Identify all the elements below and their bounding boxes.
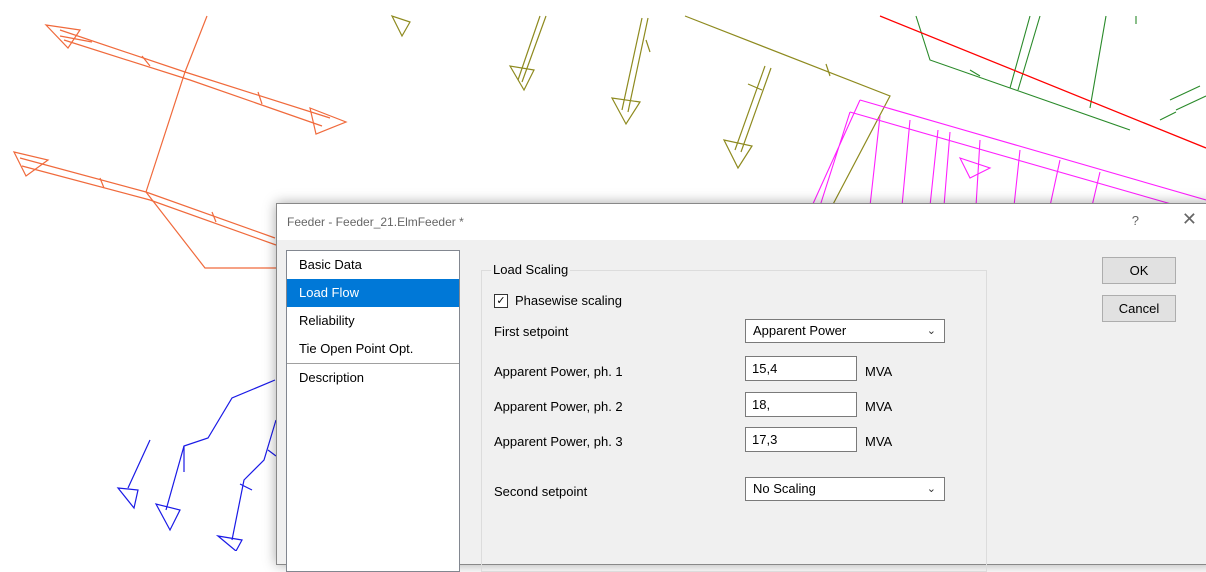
feeder-network-green bbox=[915, 15, 1206, 131]
nav-item-reliability[interactable]: Reliability bbox=[287, 307, 459, 335]
nav-item-load-flow[interactable]: Load Flow bbox=[287, 279, 459, 307]
ok-button[interactable]: OK bbox=[1102, 257, 1176, 284]
load-scaling-group bbox=[481, 270, 987, 572]
second-setpoint-select[interactable]: No Scaling ⌄ bbox=[745, 477, 945, 501]
apparent-power-ph2-unit: MVA bbox=[865, 399, 893, 414]
chevron-down-icon: ⌄ bbox=[926, 325, 936, 337]
second-setpoint-label: Second setpoint bbox=[494, 484, 588, 499]
feeder-network-blue bbox=[116, 379, 277, 551]
page-navigation-list: Basic Data Load Flow Reliability Tie Ope… bbox=[286, 250, 460, 572]
dialog-title: Feeder - Feeder_21.ElmFeeder * bbox=[287, 215, 464, 229]
help-icon[interactable]: ? bbox=[1132, 213, 1139, 228]
first-setpoint-select[interactable]: Apparent Power ⌄ bbox=[745, 319, 945, 343]
chevron-down-icon: ⌄ bbox=[926, 483, 936, 495]
nav-item-basic-data[interactable]: Basic Data bbox=[287, 251, 459, 279]
feeder-network-red bbox=[879, 15, 1206, 149]
feeder-network-magenta bbox=[811, 99, 1206, 215]
apparent-power-ph3-label: Apparent Power, ph. 3 bbox=[494, 434, 623, 449]
apparent-power-ph1-label: Apparent Power, ph. 1 bbox=[494, 364, 623, 379]
first-setpoint-label: First setpoint bbox=[494, 324, 569, 339]
apparent-power-ph3-input[interactable]: 17,3 bbox=[745, 427, 857, 452]
apparent-power-ph2-label: Apparent Power, ph. 2 bbox=[494, 399, 623, 414]
apparent-power-ph1-input[interactable]: 15,4 bbox=[745, 356, 857, 381]
nav-item-description[interactable]: Description bbox=[287, 364, 459, 392]
close-icon[interactable]: ✕ bbox=[1182, 209, 1197, 230]
feeder-dialog: Feeder - Feeder_21.ElmFeeder * ? ✕ Basic… bbox=[276, 203, 1206, 572]
load-scaling-group-label: Load Scaling bbox=[491, 262, 571, 277]
feeder-network-olive bbox=[390, 14, 891, 211]
apparent-power-ph1-unit: MVA bbox=[865, 364, 893, 379]
dialog-titlebar[interactable]: Feeder - Feeder_21.ElmFeeder * ? ✕ bbox=[277, 204, 1206, 240]
cancel-button[interactable]: Cancel bbox=[1102, 295, 1176, 322]
apparent-power-ph3-unit: MVA bbox=[865, 434, 893, 449]
phasewise-scaling-label: Phasewise scaling bbox=[515, 293, 622, 308]
phasewise-scaling-checkbox[interactable]: ✓ Phasewise scaling bbox=[494, 293, 622, 308]
nav-item-tie-open-point-opt[interactable]: Tie Open Point Opt. bbox=[287, 335, 459, 363]
second-setpoint-value: No Scaling bbox=[753, 481, 816, 496]
apparent-power-ph2-input[interactable]: 18, bbox=[745, 392, 857, 417]
checkbox-check-icon[interactable]: ✓ bbox=[494, 293, 508, 308]
first-setpoint-value: Apparent Power bbox=[753, 323, 847, 338]
